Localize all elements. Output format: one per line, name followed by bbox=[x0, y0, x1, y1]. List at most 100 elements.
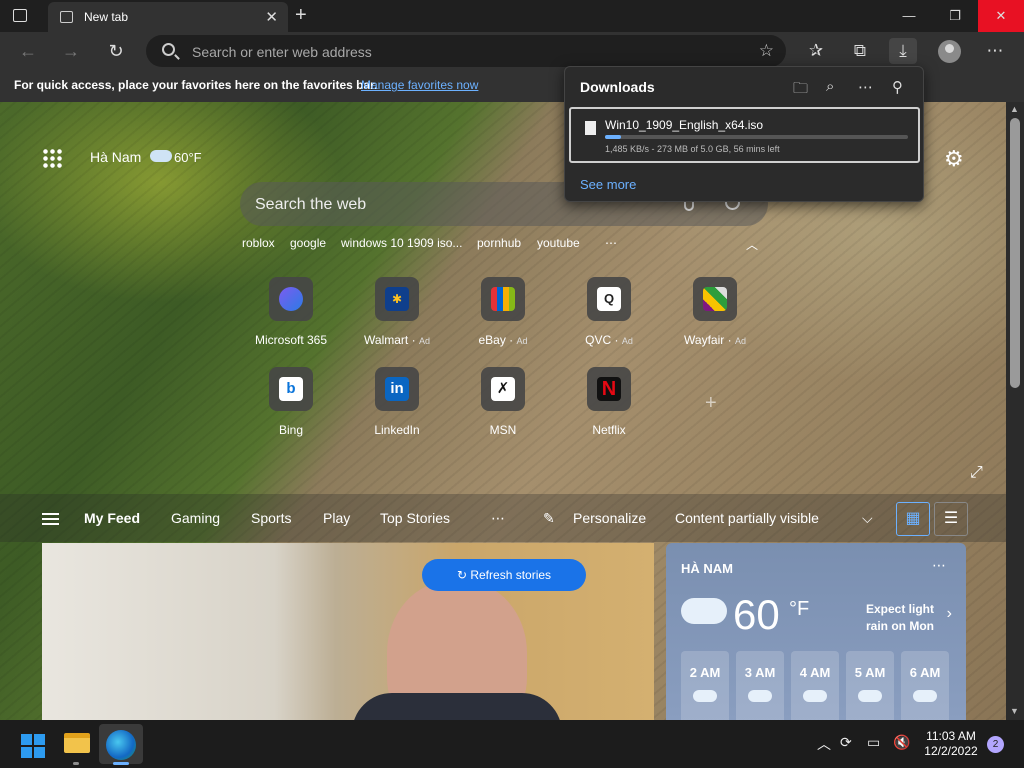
tile-label: QVC bbox=[585, 333, 612, 347]
chevron-up-icon[interactable]: ︿ bbox=[746, 236, 758, 253]
see-more-link[interactable]: See more bbox=[580, 177, 636, 192]
suggestion-item[interactable]: pornhub bbox=[477, 236, 521, 250]
weather-card-location[interactable]: HÀ NAM bbox=[681, 561, 733, 576]
address-bar[interactable]: Search or enter web address ☆ bbox=[146, 35, 786, 67]
tile-label: Wayfair bbox=[684, 333, 725, 347]
refresh-button[interactable]: ↻ bbox=[103, 38, 129, 64]
new-tab-button[interactable]: + bbox=[295, 4, 307, 27]
list-view-icon[interactable]: ☰ bbox=[934, 502, 968, 536]
refresh-stories-button[interactable]: ↻ Refresh stories bbox=[422, 559, 586, 591]
temp-unit[interactable]: °F bbox=[789, 598, 809, 621]
scroll-down-arrow[interactable]: ▼ bbox=[1010, 706, 1019, 716]
search-icon bbox=[162, 43, 175, 56]
tile-label: LinkedIn bbox=[374, 423, 420, 437]
favorites-message: For quick access, place your favorites h… bbox=[14, 78, 378, 92]
manage-favorites-link[interactable]: Manage favorites now bbox=[361, 78, 478, 92]
more-options-icon[interactable]: ⋯ bbox=[858, 78, 873, 96]
hourly-item[interactable]: 4 AM bbox=[791, 651, 839, 720]
download-status: 1,485 KB/s - 273 MB of 5.0 GB, 56 mins l… bbox=[605, 144, 780, 154]
notification-badge[interactable]: 2 bbox=[987, 736, 1004, 753]
tile-netflix[interactable]: N Netflix bbox=[564, 367, 654, 437]
page-scrollbar[interactable]: ▲ ▼ bbox=[1006, 102, 1024, 720]
chevron-down-icon[interactable]: ⌵ bbox=[862, 510, 873, 527]
start-button[interactable] bbox=[21, 734, 45, 758]
expand-icon[interactable]: ⤢ bbox=[970, 464, 983, 482]
downloads-icon[interactable]: ⤓ bbox=[889, 38, 917, 64]
scrollbar-thumb[interactable] bbox=[1010, 118, 1020, 388]
collections-icon[interactable]: ⧉ bbox=[846, 38, 874, 64]
menu-icon[interactable] bbox=[42, 513, 59, 525]
minimize-button[interactable]: — bbox=[886, 0, 932, 32]
open-folder-icon[interactable]: 🗀 bbox=[793, 78, 808, 103]
more-suggestions-icon[interactable]: ⋯ bbox=[605, 236, 617, 250]
hourly-item[interactable]: 3 AM bbox=[736, 651, 784, 720]
favorites-icon[interactable]: ✰ bbox=[802, 38, 830, 64]
close-tab-icon[interactable]: ✕ bbox=[265, 8, 278, 26]
tile-wayfair[interactable]: Wayfair · Ad bbox=[670, 277, 760, 347]
suggestion-item[interactable]: youtube bbox=[537, 236, 580, 250]
volume-muted-icon[interactable]: 🔇 bbox=[893, 734, 910, 751]
pin-icon[interactable]: ⚲ bbox=[892, 78, 903, 96]
microsoft-365-icon bbox=[279, 287, 303, 311]
web-search-input[interactable]: Search the web bbox=[255, 196, 366, 214]
more-tabs-icon[interactable]: ⋯ bbox=[491, 510, 505, 527]
address-input[interactable]: Search or enter web address bbox=[192, 44, 372, 60]
weather-temp[interactable]: 60°F bbox=[174, 150, 202, 165]
forward-button[interactable]: → bbox=[58, 38, 84, 64]
grid-view-icon[interactable]: ▦ bbox=[896, 502, 930, 536]
weather-card[interactable]: HÀ NAM ⋯ 60 °F Expect light rain on Mon … bbox=[666, 543, 966, 720]
tile-bing[interactable]: b Bing bbox=[246, 367, 336, 437]
tab-new-tab[interactable]: New tab ✕ bbox=[48, 2, 288, 32]
scroll-up-arrow[interactable]: ▲ bbox=[1010, 104, 1019, 114]
suggestion-item[interactable]: roblox bbox=[242, 236, 275, 250]
ebay-icon bbox=[491, 287, 515, 311]
back-button[interactable]: ← bbox=[15, 38, 41, 64]
tab-actions-icon[interactable] bbox=[13, 9, 27, 22]
tile-walmart[interactable]: ✱ Walmart · Ad bbox=[352, 277, 442, 347]
search-downloads-icon[interactable]: ⌕ bbox=[826, 78, 834, 95]
hourly-item[interactable]: 6 AM bbox=[901, 651, 949, 720]
weather-location[interactable]: Hà Nam bbox=[90, 149, 141, 165]
feed-tab-gaming[interactable]: Gaming bbox=[171, 510, 220, 526]
sync-alert-icon[interactable]: ⟳ bbox=[840, 734, 852, 751]
tile-label: Bing bbox=[278, 423, 304, 437]
profile-avatar[interactable] bbox=[938, 40, 961, 63]
feed-tab-my-feed[interactable]: My Feed bbox=[84, 510, 140, 526]
close-window-button[interactable]: ✕ bbox=[978, 0, 1024, 32]
restore-button[interactable]: ❐ bbox=[932, 0, 978, 32]
suggestion-item[interactable]: windows 10 1909 iso... bbox=[341, 236, 462, 250]
content-visibility-select[interactable]: Content partially visible bbox=[675, 510, 819, 526]
bing-icon: b bbox=[279, 377, 303, 401]
file-icon bbox=[585, 121, 596, 135]
chevron-right-icon[interactable]: › bbox=[947, 605, 952, 623]
monitor-icon[interactable]: ▭ bbox=[867, 734, 880, 751]
personalize-button[interactable]: Personalize bbox=[573, 510, 646, 526]
add-favorite-icon[interactable]: ☆ bbox=[759, 41, 774, 61]
system-clock[interactable]: 11:03 AM 12/2/2022 bbox=[916, 729, 986, 759]
suggestion-item[interactable]: google bbox=[290, 236, 326, 250]
feed-tab-sports[interactable]: Sports bbox=[251, 510, 291, 526]
file-explorer-icon[interactable] bbox=[64, 733, 90, 753]
show-hidden-icons-chevron-icon[interactable]: ︿ bbox=[817, 734, 831, 754]
more-options-icon[interactable]: ⋯ bbox=[932, 557, 946, 574]
feed-tab-top-stories[interactable]: Top Stories bbox=[380, 510, 450, 526]
page-settings-gear-icon[interactable]: ⚙ bbox=[944, 146, 964, 172]
tile-msn[interactable]: ✗ MSN bbox=[458, 367, 548, 437]
msn-icon: ✗ bbox=[491, 377, 515, 401]
app-launcher-icon[interactable] bbox=[42, 148, 62, 168]
hour-label: 3 AM bbox=[744, 665, 776, 680]
tile-qvc[interactable]: Q QVC · Ad bbox=[564, 277, 654, 347]
hourly-item[interactable]: 5 AM bbox=[846, 651, 894, 720]
settings-more-icon[interactable]: ⋯ bbox=[981, 38, 1009, 64]
add-site-icon[interactable]: + bbox=[705, 392, 717, 415]
download-item[interactable]: Win10_1909_English_x64.iso 1,485 KB/s - … bbox=[569, 107, 920, 163]
tile-ebay[interactable]: eBay · Ad bbox=[458, 277, 548, 347]
forecast-summary[interactable]: Expect light rain on Mon bbox=[866, 601, 934, 635]
edge-browser-icon[interactable] bbox=[106, 730, 136, 760]
title-bar: New tab ✕ + — ❐ ✕ bbox=[0, 0, 1024, 32]
tile-linkedin[interactable]: in LinkedIn bbox=[352, 367, 442, 437]
hourly-item[interactable]: 2 AM bbox=[681, 651, 729, 720]
feed-tab-play[interactable]: Play bbox=[323, 510, 350, 526]
personalize-icon[interactable]: ✎ bbox=[543, 510, 555, 527]
tile-microsoft-365[interactable]: Microsoft 365 bbox=[246, 277, 336, 347]
